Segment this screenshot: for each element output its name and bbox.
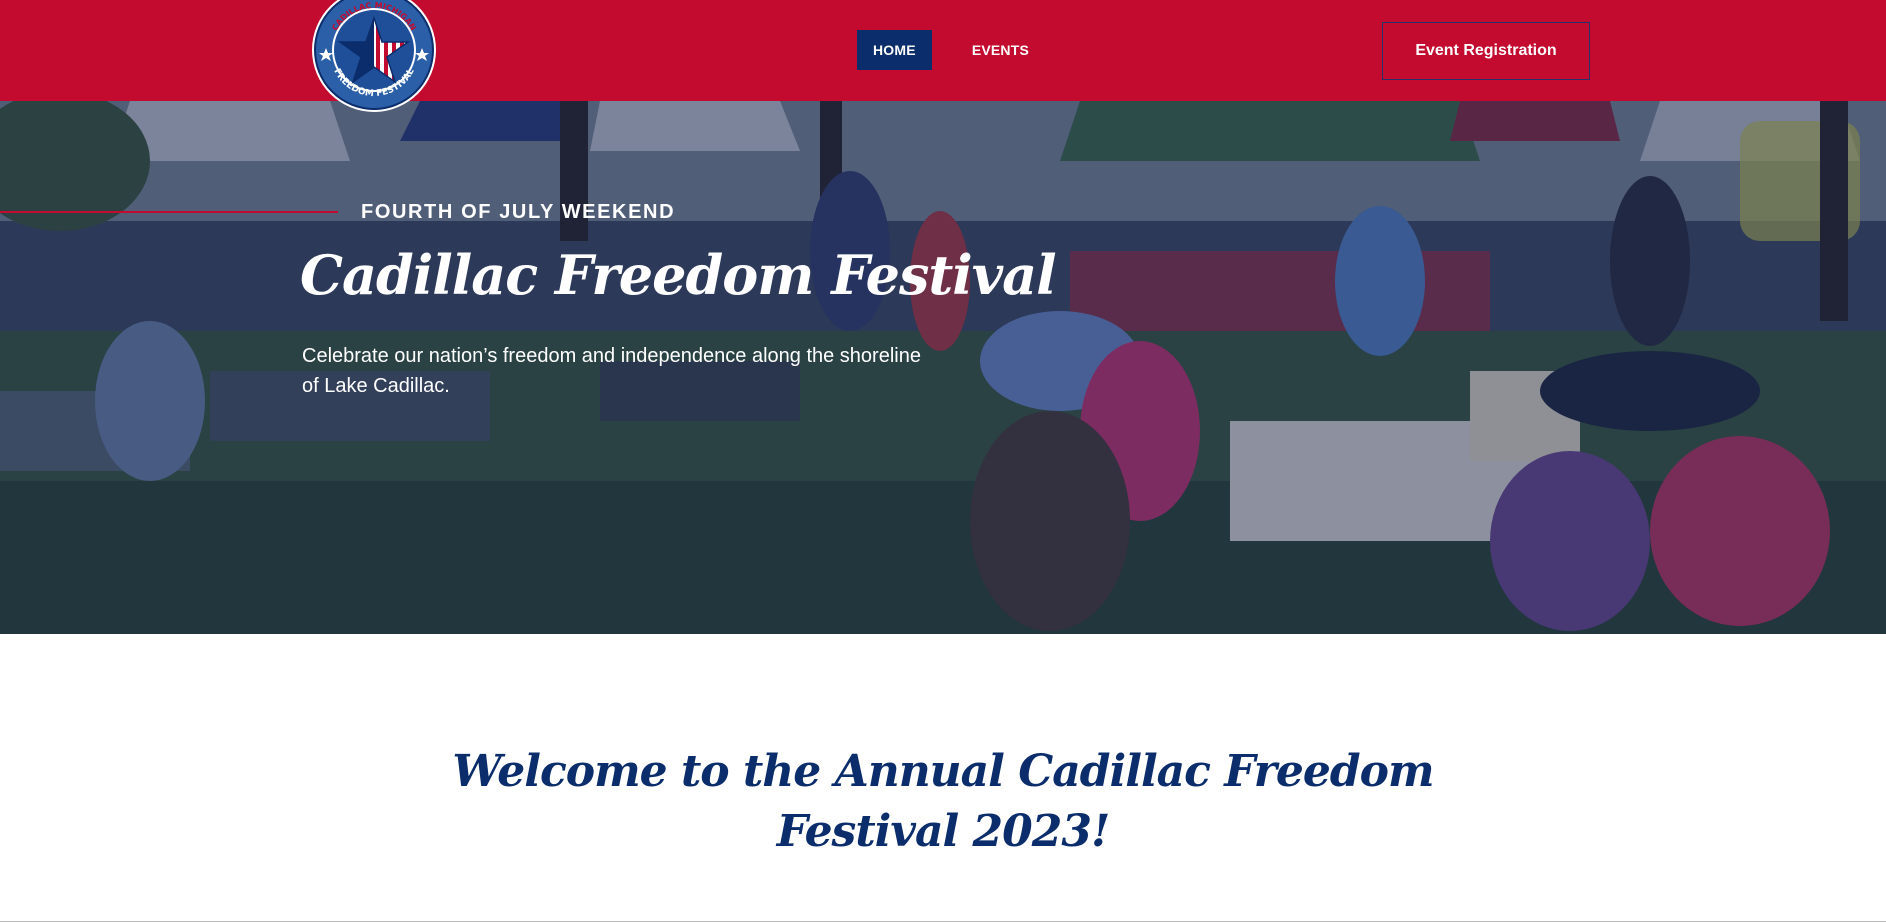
eyebrow-accent-line [0, 211, 338, 213]
welcome-title: Welcome to the Annual Cadillac Freedom F… [452, 746, 1434, 857]
main-nav: HOME EVENTS [857, 30, 1029, 70]
site-header: CADILLAC MICHIGAN FREEDOM FESTIVAL HOME … [0, 0, 1886, 112]
nav-item-home[interactable]: HOME [857, 30, 932, 70]
nav-item-events[interactable]: EVENTS [972, 30, 1029, 70]
hero-eyebrow: FOURTH OF JULY WEEKEND [361, 201, 676, 223]
hero-overlay [0, 101, 1886, 634]
hero-description: Celebrate our nation’s freedom and indep… [302, 345, 921, 397]
welcome-section: Welcome to the Annual Cadillac Freedom F… [0, 634, 1886, 922]
event-registration-button[interactable]: Event Registration [1382, 22, 1590, 80]
hero-title: Cadillac Freedom Festival [300, 243, 1057, 307]
hero-section: FOURTH OF JULY WEEKEND Cadillac Freedom … [0, 101, 1886, 634]
festival-logo[interactable]: CADILLAC MICHIGAN FREEDOM FESTIVAL [310, 0, 438, 114]
